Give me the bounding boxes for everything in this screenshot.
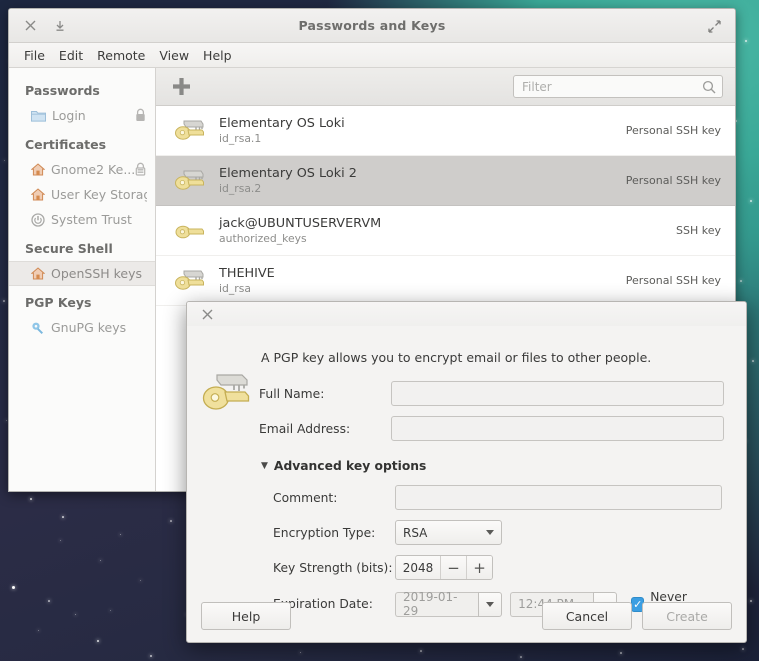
key-title: Elementary OS Loki 2 xyxy=(219,166,626,181)
help-button[interactable]: Help xyxy=(201,602,291,630)
menu-remote[interactable]: Remote xyxy=(90,46,152,65)
key-title: jack@UBUNTUSERVERVM xyxy=(219,216,676,231)
table-row[interactable]: Elementary OS Loki 2 id_rsa.2 Personal S… xyxy=(156,156,735,206)
sidebar-item-label: OpenSSH keys xyxy=(51,266,142,281)
menu-help[interactable]: Help xyxy=(196,46,239,65)
search-icon[interactable] xyxy=(702,80,716,94)
dialog-description: A PGP key allows you to encrypt email or… xyxy=(261,350,724,365)
key-title: THEHIVE xyxy=(219,266,626,281)
encryption-type-label: Encryption Type: xyxy=(273,526,395,540)
new-pgp-key-dialog: A PGP key allows you to encrypt email or… xyxy=(186,301,747,643)
email-field[interactable] xyxy=(391,416,724,441)
sidebar-item-label: User Key Storage xyxy=(51,187,147,202)
pgp-key-icon xyxy=(31,321,45,335)
key-type: Personal SSH key xyxy=(626,174,721,187)
table-row[interactable]: THEHIVE id_rsa Personal SSH key xyxy=(156,256,735,306)
chevron-down-icon: ▼ xyxy=(261,461,268,471)
advanced-key-options-label: Advanced key options xyxy=(274,459,426,473)
key-subtitle: authorized_keys xyxy=(219,232,676,246)
menu-view[interactable]: View xyxy=(152,46,196,65)
email-label: Email Address: xyxy=(259,422,391,436)
ssh-key-icon xyxy=(174,168,205,193)
lock-icon xyxy=(135,162,146,176)
comment-row: Comment: xyxy=(273,485,722,510)
full-name-label: Full Name: xyxy=(259,387,391,401)
maximize-icon[interactable] xyxy=(703,15,725,37)
sidebar-item-system-trust[interactable]: System Trust xyxy=(9,207,155,232)
toolbar xyxy=(156,68,735,106)
close-icon[interactable] xyxy=(197,304,217,324)
cancel-button[interactable]: Cancel xyxy=(542,602,632,630)
key-strength-decrement[interactable]: − xyxy=(440,555,466,580)
ssh-key-icon xyxy=(174,118,205,143)
ssh-key-icon xyxy=(174,218,205,243)
home-icon xyxy=(31,163,45,176)
ssh-key-icon xyxy=(174,268,205,293)
home-icon xyxy=(31,267,45,280)
lock-icon xyxy=(135,108,146,122)
sidebar-item-login[interactable]: Login xyxy=(9,103,155,128)
sidebar-group-pgp-keys: PGP Keys xyxy=(9,286,155,315)
sidebar-group-passwords: Passwords xyxy=(9,74,155,103)
sidebar-group-certificates: Certificates xyxy=(9,128,155,157)
sidebar-item-label: GnuPG keys xyxy=(51,320,126,335)
key-strength-row: Key Strength (bits): 2048 − + xyxy=(273,555,722,580)
table-row[interactable]: Elementary OS Loki id_rsa.1 Personal SSH… xyxy=(156,106,735,156)
sidebar: Passwords Login Certificates xyxy=(9,68,156,492)
key-title: Elementary OS Loki xyxy=(219,116,626,131)
sidebar-item-user-key-storage[interactable]: User Key Storage xyxy=(9,182,155,207)
home-icon xyxy=(31,188,45,201)
menubar: File Edit Remote View Help xyxy=(9,43,735,68)
advanced-key-options-toggle[interactable]: ▼ Advanced key options xyxy=(261,459,724,473)
sidebar-item-gnupg-keys[interactable]: GnuPG keys xyxy=(9,315,155,340)
key-type: Personal SSH key xyxy=(626,274,721,287)
window-titlebar: Passwords and Keys xyxy=(9,9,735,43)
sidebar-item-openssh-keys[interactable]: OpenSSH keys xyxy=(9,261,155,286)
filter-box[interactable] xyxy=(513,75,723,98)
pgp-key-icon xyxy=(201,340,253,451)
chevron-down-icon xyxy=(486,530,494,535)
window-title: Passwords and Keys xyxy=(9,18,735,33)
key-strength-value[interactable]: 2048 xyxy=(396,561,440,575)
close-icon[interactable] xyxy=(19,15,41,37)
key-strength-label: Key Strength (bits): xyxy=(273,561,395,575)
menu-edit[interactable]: Edit xyxy=(52,46,90,65)
encryption-type-value: RSA xyxy=(403,526,427,540)
key-text: Elementary OS Loki 2 id_rsa.2 xyxy=(219,166,626,196)
dialog-footer: Help Cancel Create xyxy=(187,590,746,642)
create-button[interactable]: Create xyxy=(642,602,732,630)
key-subtitle: id_rsa.1 xyxy=(219,132,626,146)
dialog-titlebar xyxy=(187,302,746,326)
comment-label: Comment: xyxy=(273,491,395,505)
sidebar-item-label: Login xyxy=(52,108,86,123)
key-text: THEHIVE id_rsa xyxy=(219,266,626,296)
encryption-type-select[interactable]: RSA xyxy=(395,520,502,545)
comment-field[interactable] xyxy=(395,485,722,510)
key-subtitle: id_rsa xyxy=(219,282,626,296)
key-text: jack@UBUNTUSERVERVM authorized_keys xyxy=(219,216,676,246)
key-subtitle: id_rsa.2 xyxy=(219,182,626,196)
table-row[interactable]: jack@UBUNTUSERVERVM authorized_keys SSH … xyxy=(156,206,735,256)
full-name-row: Full Name: xyxy=(259,381,724,406)
folder-icon xyxy=(31,109,46,122)
minimize-icon[interactable] xyxy=(49,15,71,37)
encryption-type-row: Encryption Type: RSA xyxy=(273,520,722,545)
sidebar-group-secure-shell: Secure Shell xyxy=(9,232,155,261)
search-input[interactable] xyxy=(520,79,702,95)
sidebar-item-label: System Trust xyxy=(51,212,132,227)
dialog-body: A PGP key allows you to encrypt email or… xyxy=(187,326,746,618)
menu-file[interactable]: File xyxy=(17,46,52,65)
key-type: Personal SSH key xyxy=(626,124,721,137)
full-name-field[interactable] xyxy=(391,381,724,406)
sidebar-item-gnome2-keyring[interactable]: Gnome2 Ke... xyxy=(9,157,155,182)
key-text: Elementary OS Loki id_rsa.1 xyxy=(219,116,626,146)
email-row: Email Address: xyxy=(259,416,724,441)
sidebar-item-label: Gnome2 Ke... xyxy=(51,162,135,177)
key-strength-increment[interactable]: + xyxy=(466,555,492,580)
key-type: SSH key xyxy=(676,224,721,237)
power-icon xyxy=(31,213,45,227)
add-key-button[interactable] xyxy=(168,74,194,100)
quantity-stepper[interactable]: 2048 − + xyxy=(395,555,493,580)
